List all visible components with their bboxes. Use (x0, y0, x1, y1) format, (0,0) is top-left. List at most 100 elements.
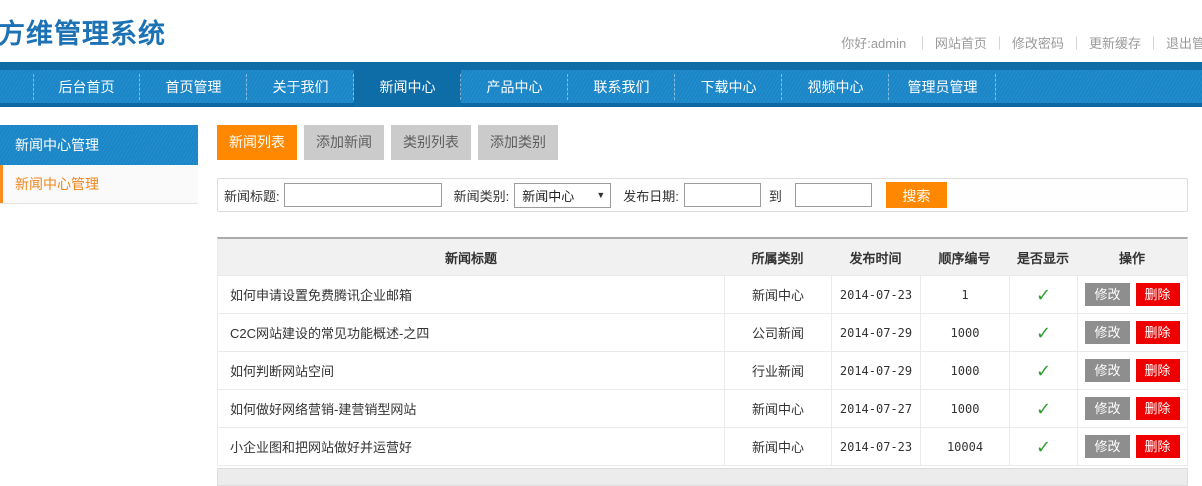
news-title-label: 新闻标题: (224, 186, 280, 205)
site-title: 方维管理系统 (0, 12, 166, 51)
news-category-cell: 新闻中心 (724, 390, 831, 427)
date-to-label: 到 (769, 186, 782, 205)
col-header-title: 新闻标题 (218, 239, 724, 275)
check-icon: ✓ (1036, 362, 1051, 380)
news-actions-cell: 修改删除 (1077, 352, 1187, 389)
col-header-actions: 操作 (1077, 239, 1187, 275)
main-nav: 后台首页首页管理关于我们新闻中心产品中心联系我们下载中心视频中心管理员管理 (0, 62, 1202, 107)
news-order-cell: 1000 (920, 352, 1009, 389)
table-row: 如何申请设置免费腾讯企业邮箱新闻中心2014-07-231✓修改删除 (218, 276, 1187, 314)
search-button[interactable]: 搜索 (886, 182, 947, 208)
sidebar-item-list: 新闻中心管理 (0, 165, 198, 204)
news-visible-cell: ✓ (1009, 390, 1077, 427)
table-body: 如何申请设置免费腾讯企业邮箱新闻中心2014-07-231✓修改删除C2C网站建… (218, 276, 1187, 466)
nav-item[interactable]: 首页管理 (140, 62, 247, 107)
news-category-cell: 新闻中心 (724, 428, 831, 465)
news-date-cell: 2014-07-29 (831, 352, 920, 389)
news-table: 新闻标题 所属类别 发布时间 顺序编号 是否显示 操作 如何申请设置免费腾讯企业… (217, 237, 1188, 466)
news-category-cell: 公司新闻 (724, 314, 831, 351)
header-link-list: ｜ 网站首页 ｜ 修改密码 ｜ 更新缓存 ｜ 退出管理 (910, 34, 1202, 49)
edit-button[interactable]: 修改 (1085, 359, 1129, 382)
nav-item-list: 后台首页首页管理关于我们新闻中心产品中心联系我们下载中心视频中心管理员管理 (33, 62, 996, 107)
nav-item[interactable]: 下载中心 (675, 62, 782, 107)
news-date-cell: 2014-07-29 (831, 314, 920, 351)
delete-button[interactable]: 删除 (1136, 435, 1180, 458)
tab-active[interactable]: 新闻列表 (217, 125, 297, 160)
news-visible-cell: ✓ (1009, 352, 1077, 389)
table-footer-bar (217, 468, 1188, 486)
sidebar: 新闻中心管理 新闻中心管理 (0, 125, 198, 204)
news-title-input[interactable] (284, 183, 442, 207)
news-title-cell: C2C网站建设的常见功能概述-之四 (218, 314, 724, 351)
col-header-order: 顺序编号 (920, 239, 1009, 275)
nav-item[interactable]: 联系我们 (568, 62, 675, 107)
nav-item[interactable]: 产品中心 (461, 62, 568, 107)
nav-item[interactable]: 视频中心 (782, 62, 889, 107)
link-separator: ｜ (1147, 36, 1160, 51)
news-order-cell: 1000 (920, 314, 1009, 351)
news-actions-cell: 修改删除 (1077, 314, 1187, 351)
date-to-input[interactable] (795, 183, 872, 207)
nav-item[interactable]: 关于我们 (247, 62, 354, 107)
main-content: 新闻列表添加新闻类别列表添加类别 新闻标题: 新闻类别: 新闻中心 ▼ 发布日期… (217, 125, 1188, 486)
table-row: 小企业图和把网站做好并运营好新闻中心2014-07-2310004✓修改删除 (218, 428, 1187, 466)
tab[interactable]: 添加类别 (478, 125, 558, 160)
delete-button[interactable]: 删除 (1136, 321, 1180, 344)
news-visible-cell: ✓ (1009, 276, 1077, 313)
header-link[interactable]: 退出管理 (1166, 36, 1202, 51)
delete-button[interactable]: 删除 (1136, 283, 1180, 306)
news-date-cell: 2014-07-23 (831, 428, 920, 465)
tab-bar: 新闻列表添加新闻类别列表添加类别 (217, 125, 1188, 160)
news-order-cell: 1 (920, 276, 1009, 313)
check-icon: ✓ (1036, 438, 1051, 456)
tab[interactable]: 添加新闻 (304, 125, 384, 160)
delete-button[interactable]: 删除 (1136, 397, 1180, 420)
news-visible-cell: ✓ (1009, 428, 1077, 465)
check-icon: ✓ (1036, 400, 1051, 418)
header-link[interactable]: 网站首页 (935, 36, 987, 51)
tab[interactable]: 类别列表 (391, 125, 471, 160)
news-title-cell: 小企业图和把网站做好并运营好 (218, 428, 724, 465)
table-header-row: 新闻标题 所属类别 发布时间 顺序编号 是否显示 操作 (218, 239, 1187, 276)
sidebar-header: 新闻中心管理 (0, 125, 198, 165)
publish-date-label: 发布日期: (623, 186, 679, 205)
chevron-down-icon: ▼ (596, 190, 605, 200)
edit-button[interactable]: 修改 (1085, 435, 1129, 458)
greeting-text: 你好:admin (841, 36, 906, 51)
news-visible-cell: ✓ (1009, 314, 1077, 351)
table-row: 如何做好网络营销-建营销型网站新闻中心2014-07-271000✓修改删除 (218, 390, 1187, 428)
page-header: 方维管理系统 你好:admin ｜ 网站首页 ｜ 修改密码 ｜ 更新缓存 ｜ 退出管理 (0, 0, 1202, 62)
col-header-visible: 是否显示 (1009, 239, 1077, 275)
link-separator: ｜ (993, 36, 1006, 51)
news-title-cell: 如何申请设置免费腾讯企业邮箱 (218, 276, 724, 313)
news-date-cell: 2014-07-23 (831, 276, 920, 313)
delete-button[interactable]: 删除 (1136, 359, 1180, 382)
news-actions-cell: 修改删除 (1077, 276, 1187, 313)
news-category-select[interactable]: 新闻中心 ▼ (514, 183, 611, 208)
table-row: 如何判断网站空间行业新闻2014-07-291000 ✓ 修改删除 (218, 352, 1187, 390)
header-link[interactable]: 更新缓存 (1089, 36, 1141, 51)
edit-button[interactable]: 修改 (1085, 321, 1129, 344)
check-icon: ✓ (1036, 324, 1051, 342)
col-header-category: 所属类别 (724, 239, 831, 275)
link-separator: ｜ (1070, 36, 1083, 51)
news-actions-cell: 修改删除 (1077, 428, 1187, 465)
edit-button[interactable]: 修改 (1085, 283, 1129, 306)
news-title-cell: 如何做好网络营销-建营销型网站 (218, 390, 724, 427)
search-form: 新闻标题: 新闻类别: 新闻中心 ▼ 发布日期: 到 搜索 (217, 178, 1188, 212)
nav-item[interactable]: 后台首页 (33, 62, 140, 107)
nav-item[interactable]: 管理员管理 (889, 62, 996, 107)
nav-item-active[interactable]: 新闻中心 (354, 62, 461, 107)
col-header-date: 发布时间 (831, 239, 920, 275)
news-category-label: 新闻类别: (454, 186, 510, 205)
news-category-selected-value: 新闻中心 (522, 186, 574, 205)
user-links: 你好:admin ｜ 网站首页 ｜ 修改密码 ｜ 更新缓存 ｜ 退出管理 (841, 33, 1202, 52)
sidebar-item[interactable]: 新闻中心管理 (0, 165, 198, 204)
admin-news-page: { "header": { "title": "方维管理系统", "greeti… (0, 0, 1202, 483)
date-from-input[interactable] (684, 183, 761, 207)
header-link[interactable]: 修改密码 (1012, 36, 1064, 51)
link-separator: ｜ (916, 36, 929, 51)
news-title-cell: 如何判断网站空间 (218, 352, 724, 389)
news-category-cell: 行业新闻 (724, 352, 831, 389)
edit-button[interactable]: 修改 (1085, 397, 1129, 420)
